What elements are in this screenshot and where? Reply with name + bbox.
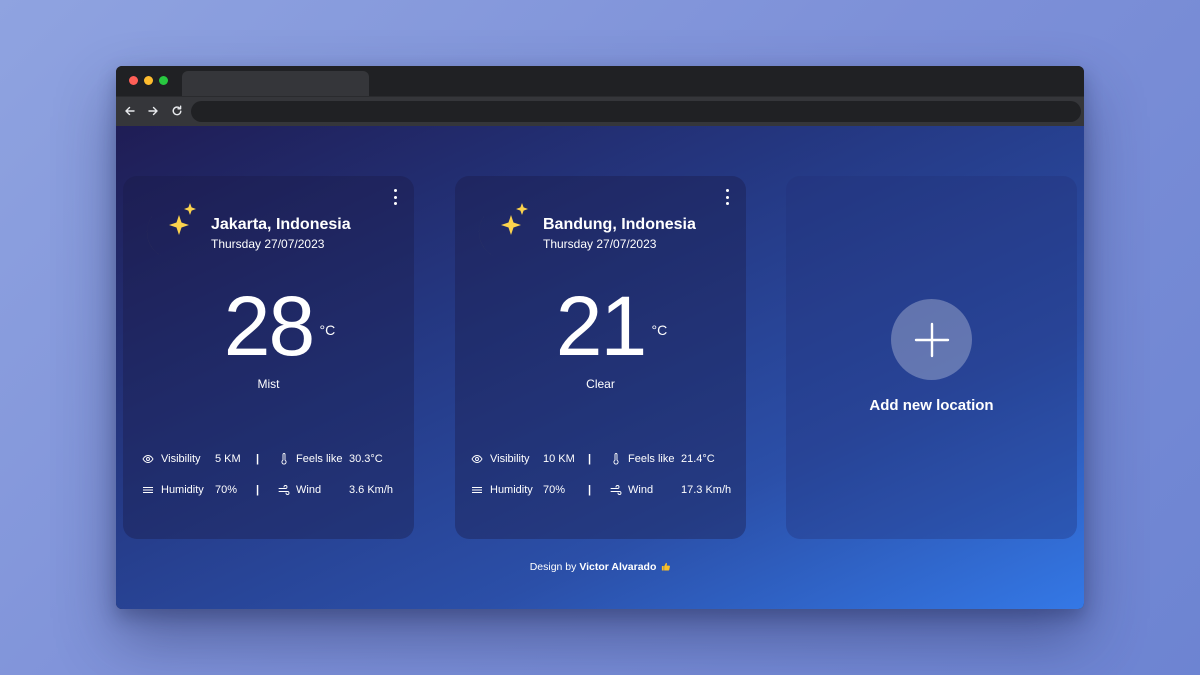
weather-condition: Mist — [257, 377, 280, 391]
humidity-value: 70% — [543, 484, 566, 496]
browser-toolbar — [116, 96, 1084, 126]
separator: | — [256, 453, 260, 465]
weather-app: Jakarta, Indonesia Thursday 27/07/2023 2… — [116, 126, 1084, 609]
date-label: Thursday 27/07/2023 — [211, 237, 325, 251]
temperature-value: 21 — [555, 279, 647, 373]
weather-card-bandung: Bandung, Indonesia Thursday 27/07/2023 2… — [455, 176, 746, 539]
feels-like-value: 30.3°C — [349, 453, 383, 465]
temperature-display: 28 °C — [123, 284, 414, 368]
footer-credit: Design by Victor Alvarado — [116, 561, 1084, 573]
minimize-window-button[interactable] — [144, 76, 153, 85]
date-label: Thursday 27/07/2023 — [543, 237, 657, 251]
thumbs-up-icon — [662, 562, 671, 571]
feels-like-label: Feels like — [628, 453, 675, 465]
maximize-window-button[interactable] — [159, 76, 168, 85]
reload-button[interactable] — [168, 102, 186, 120]
wind-value: 17.3 Km/h — [681, 484, 732, 496]
forward-button[interactable] — [144, 102, 162, 120]
close-window-button[interactable] — [129, 76, 138, 85]
add-location-card[interactable]: Add new location — [786, 176, 1077, 539]
add-location-label: Add new location — [869, 397, 994, 414]
separator: | — [588, 484, 592, 496]
footer-author-link[interactable]: Victor Alvarado — [579, 561, 656, 573]
humidity-icon — [143, 487, 153, 493]
moon-stars-icon — [146, 203, 196, 260]
feels-like-value: 21.4°C — [681, 453, 715, 465]
wind-value: 3.6 Km/h — [349, 484, 394, 496]
weather-card-jakarta: Jakarta, Indonesia Thursday 27/07/2023 2… — [123, 176, 414, 539]
feels-like-label: Feels like — [296, 453, 343, 465]
thermometer-icon — [613, 453, 619, 465]
back-arrow-icon — [125, 106, 135, 116]
wind-label: Wind — [296, 484, 322, 496]
browser-tab[interactable] — [182, 71, 369, 96]
reload-icon — [172, 105, 182, 116]
forward-arrow-icon — [148, 106, 158, 116]
more-options-icon[interactable] — [390, 189, 400, 205]
wind-icon — [278, 485, 290, 495]
humidity-value: 70% — [215, 484, 238, 496]
add-location-button[interactable] — [891, 299, 972, 380]
thermometer-icon — [281, 453, 287, 465]
visibility-value: 10 KM — [543, 453, 575, 465]
eye-icon — [142, 455, 154, 463]
weather-condition: Clear — [586, 377, 615, 391]
city-name: Bandung, Indonesia — [543, 216, 696, 233]
address-bar[interactable] — [191, 101, 1081, 122]
temperature-value: 28 — [223, 279, 315, 373]
humidity-label: Humidity — [490, 484, 533, 496]
temperature-unit: °C — [651, 322, 668, 338]
separator: | — [588, 453, 592, 465]
city-name: Jakarta, Indonesia — [211, 216, 351, 233]
temperature-unit: °C — [319, 322, 336, 338]
humidity-icon — [472, 487, 482, 493]
browser-titlebar — [116, 66, 1084, 96]
visibility-label: Visibility — [161, 453, 201, 465]
moon-stars-icon — [478, 203, 528, 260]
footer-prefix: Design by — [529, 561, 577, 573]
wind-label: Wind — [628, 484, 654, 496]
plus-icon — [914, 322, 949, 357]
visibility-value: 5 KM — [215, 453, 241, 465]
eye-icon — [471, 455, 483, 463]
back-button[interactable] — [121, 102, 139, 120]
browser-window: Jakarta, Indonesia Thursday 27/07/2023 2… — [116, 66, 1084, 609]
humidity-label: Humidity — [161, 484, 204, 496]
separator: | — [256, 484, 260, 496]
temperature-display: 21 °C — [455, 284, 746, 368]
visibility-label: Visibility — [490, 453, 530, 465]
more-options-icon[interactable] — [722, 189, 732, 205]
wind-icon — [610, 485, 622, 495]
